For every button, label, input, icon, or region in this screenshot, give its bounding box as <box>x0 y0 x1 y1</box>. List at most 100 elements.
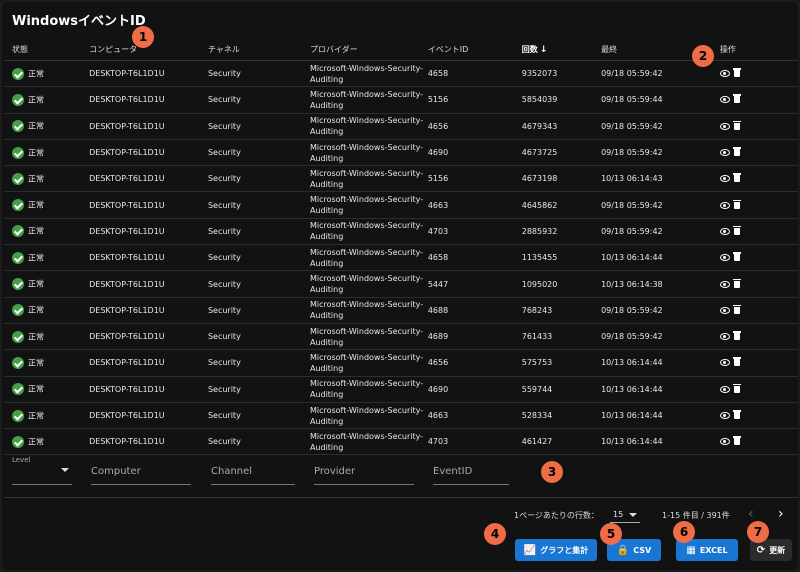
delete-trash-icon[interactable] <box>732 331 741 342</box>
view-eye-icon[interactable] <box>719 305 730 316</box>
count-cell: 528334 <box>521 402 602 430</box>
computer-cell: DESKTOP-T6L1D1U <box>89 113 208 140</box>
view-eye-icon[interactable] <box>719 410 730 421</box>
computer-cell: DESKTOP-T6L1D1U <box>89 376 208 403</box>
view-eye-icon[interactable] <box>719 357 730 368</box>
table-row[interactable]: 正常 DESKTOP-T6L1D1U Security Microsoft-Windo… <box>4 165 798 193</box>
col-header-count[interactable]: 回数 ↓ <box>521 38 602 61</box>
delete-trash-icon[interactable] <box>732 173 741 184</box>
callout-badge-7: 7 <box>747 521 769 543</box>
provider-cell: Microsoft-Windows-Security-Auditing <box>309 165 428 193</box>
table-row[interactable]: 正常 DESKTOP-T6L1D1U Security Microsoft-Windo… <box>4 218 798 246</box>
table-row[interactable]: 正常 DESKTOP-T6L1D1U Security Microsoft-Windo… <box>4 402 798 430</box>
table-row[interactable]: 正常 DESKTOP-T6L1D1U Security Microsoft-Windo… <box>4 244 798 272</box>
event-id-cell: 4690 <box>427 376 522 403</box>
col-header-event-id[interactable]: イベントID <box>427 38 522 61</box>
channel-cell: Security <box>207 376 310 403</box>
status-cell: 正常 <box>4 86 90 114</box>
event-id-cell: 4656 <box>427 349 522 377</box>
provider-filter-input[interactable]: Provider <box>314 454 414 485</box>
channel-filter-input[interactable]: Channel <box>211 454 295 485</box>
table-row[interactable]: 正常 DESKTOP-T6L1D1U Security Microsoft-Windo… <box>4 60 798 88</box>
delete-trash-icon[interactable] <box>732 304 741 316</box>
callout-badge-2: 2 <box>692 45 714 67</box>
channel-cell: Security <box>207 270 310 298</box>
event-id-cell: 4656 <box>427 113 522 140</box>
view-eye-icon[interactable] <box>719 94 730 105</box>
table-row[interactable]: 正常 DESKTOP-T6L1D1U Security Microsoft-Windo… <box>4 113 798 140</box>
ops-cell <box>719 86 798 114</box>
status-cell: 正常 <box>4 218 90 246</box>
table-row[interactable]: 正常 DESKTOP-T6L1D1U Security Microsoft-Windo… <box>4 139 798 167</box>
view-eye-icon[interactable] <box>719 147 730 158</box>
event-id-cell: 4703 <box>427 428 522 456</box>
count-cell: 768243 <box>521 297 602 324</box>
computer-cell: DESKTOP-T6L1D1U <box>89 191 208 219</box>
event-id-cell: 5156 <box>427 86 522 114</box>
view-eye-icon[interactable] <box>719 68 730 79</box>
last-cell: 10/13 06:14:44 <box>601 376 720 403</box>
delete-trash-icon[interactable] <box>732 436 741 447</box>
computer-placeholder: Computer <box>91 466 141 477</box>
callout-badge-4: 4 <box>484 523 506 545</box>
ops-cell <box>719 270 798 298</box>
divider <box>4 497 798 498</box>
prev-page-icon[interactable]: ‹ <box>748 506 754 522</box>
chevron-down-icon <box>61 468 69 472</box>
count-cell: 559744 <box>521 376 602 403</box>
ops-cell <box>719 113 798 140</box>
level-select[interactable]: Level <box>12 454 72 485</box>
delete-trash-icon[interactable] <box>732 94 741 105</box>
view-eye-icon[interactable] <box>719 252 730 263</box>
table-row[interactable]: 正常 DESKTOP-T6L1D1U Security Microsoft-Windo… <box>4 297 798 324</box>
table-row[interactable]: 正常 DESKTOP-T6L1D1U Security Microsoft-Windo… <box>4 376 798 403</box>
delete-trash-icon[interactable] <box>732 383 741 395</box>
delete-trash-icon[interactable] <box>732 357 741 368</box>
table-row[interactable]: 正常 DESKTOP-T6L1D1U Security Microsoft-Windo… <box>4 191 798 219</box>
channel-cell: Security <box>207 402 310 430</box>
chart-summary-button[interactable]: 📈 グラフと集計 <box>515 539 597 561</box>
table-row[interactable]: 正常 DESKTOP-T6L1D1U Security Microsoft-Windo… <box>4 428 798 456</box>
eventid-filter-input[interactable]: EventID <box>433 454 509 485</box>
delete-trash-icon[interactable] <box>732 252 741 263</box>
computer-filter-input[interactable]: Computer <box>91 454 191 485</box>
delete-trash-icon[interactable] <box>732 199 741 211</box>
col-header-provider[interactable]: プロバイダー <box>309 38 428 61</box>
refresh-button-label: 更新 <box>769 545 786 555</box>
view-eye-icon[interactable] <box>719 384 730 395</box>
status-cell: 正常 <box>4 165 90 193</box>
delete-trash-icon[interactable] <box>732 410 741 421</box>
col-header-status[interactable]: 状態 <box>4 38 90 61</box>
table-row[interactable]: 正常 DESKTOP-T6L1D1U Security Microsoft-Windo… <box>4 323 798 351</box>
view-eye-icon[interactable] <box>719 121 730 132</box>
view-eye-icon[interactable] <box>719 173 730 184</box>
delete-trash-icon[interactable] <box>732 278 741 290</box>
delete-trash-icon[interactable] <box>732 120 741 132</box>
view-eye-icon[interactable] <box>719 200 730 211</box>
range-text: 1-15 件目 / 391件 <box>662 511 730 520</box>
check-circle-icon <box>12 67 24 80</box>
check-circle-icon <box>12 146 24 159</box>
chart-button-label: グラフと集計 <box>540 545 589 555</box>
table-row[interactable]: 正常 DESKTOP-T6L1D1U Security Microsoft-Windo… <box>4 270 798 298</box>
delete-trash-icon[interactable] <box>732 225 741 237</box>
rows-per-page-select[interactable]: 15 <box>610 507 640 523</box>
delete-trash-icon[interactable] <box>732 147 741 158</box>
col-header-channel[interactable]: チャネル <box>207 38 310 61</box>
ops-cell <box>719 402 798 430</box>
level-label: Level <box>12 456 31 464</box>
channel-cell: Security <box>207 86 310 114</box>
event-id-cell: 4658 <box>427 244 522 272</box>
delete-trash-icon[interactable] <box>732 68 741 79</box>
view-eye-icon[interactable] <box>719 331 730 342</box>
view-eye-icon[interactable] <box>719 279 730 290</box>
view-eye-icon[interactable] <box>719 436 730 447</box>
computer-cell: DESKTOP-T6L1D1U <box>89 86 208 114</box>
table-row[interactable]: 正常 DESKTOP-T6L1D1U Security Microsoft-Windo… <box>4 86 798 114</box>
status-cell: 正常 <box>4 191 90 219</box>
view-eye-icon[interactable] <box>719 226 730 237</box>
channel-cell: Security <box>207 323 310 351</box>
next-page-icon[interactable]: › <box>778 506 784 522</box>
ops-cell <box>719 218 798 246</box>
table-row[interactable]: 正常 DESKTOP-T6L1D1U Security Microsoft-Windo… <box>4 349 798 377</box>
